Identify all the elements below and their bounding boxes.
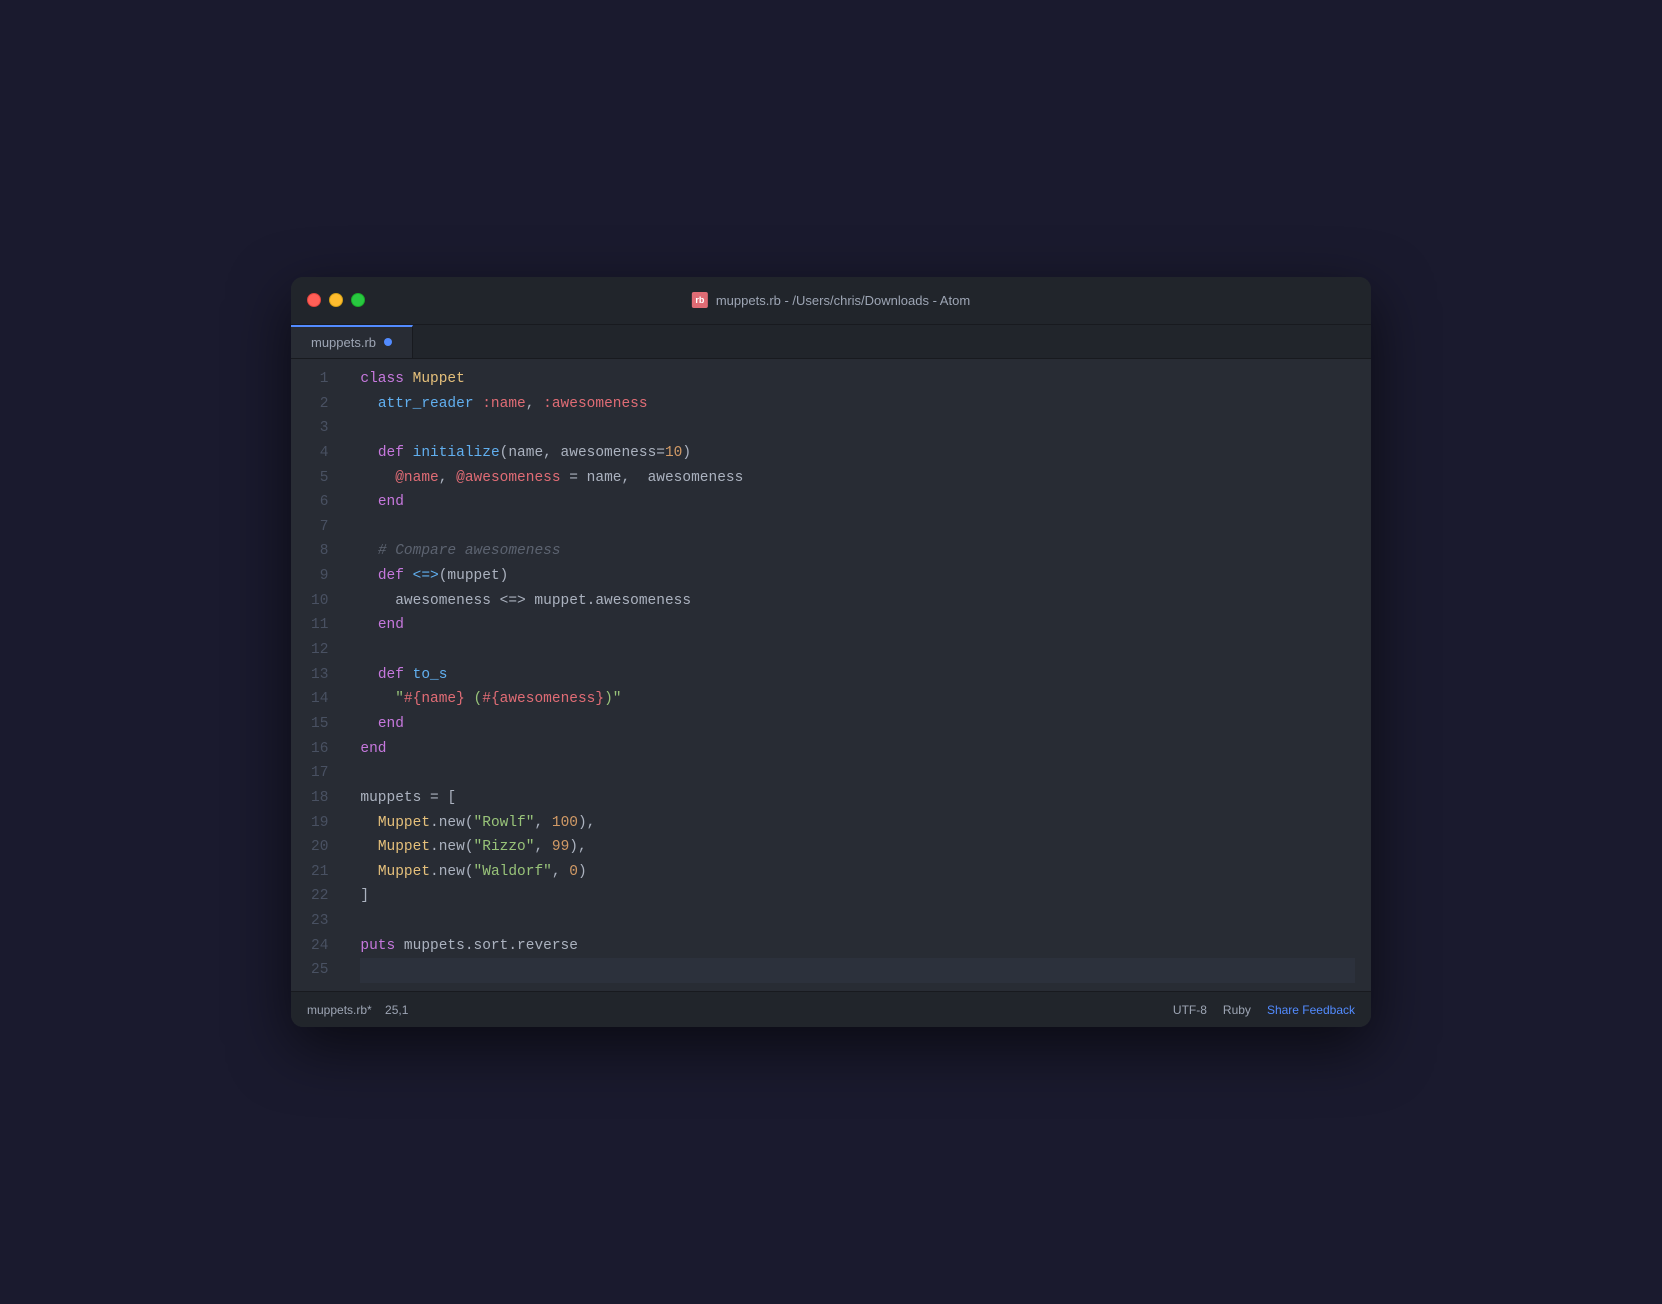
tab-muppets-rb[interactable]: muppets.rb xyxy=(291,325,413,358)
statusbar-file-info: muppets.rb* 25,1 xyxy=(307,1003,408,1017)
code-line-9: def <=>(muppet) xyxy=(360,564,1355,589)
code-line-5: @name, @awesomeness = name, awesomeness xyxy=(360,466,1355,491)
statusbar-language: Ruby xyxy=(1223,1003,1251,1017)
code-line-6: end xyxy=(360,490,1355,515)
statusbar: muppets.rb* 25,1 UTF-8 Ruby Share Feedba… xyxy=(291,991,1371,1027)
code-line-25 xyxy=(360,958,1355,983)
title-text: muppets.rb - /Users/chris/Downloads - At… xyxy=(716,293,970,308)
code-line-24: puts muppets.sort.reverse xyxy=(360,934,1355,959)
minimize-button[interactable] xyxy=(329,293,343,307)
code-line-22: ] xyxy=(360,884,1355,909)
code-line-12 xyxy=(360,638,1355,663)
editor-window: rb muppets.rb - /Users/chris/Downloads -… xyxy=(291,277,1371,1027)
tab-bar: muppets.rb xyxy=(291,325,1371,359)
line-numbers: 1 2 3 4 5 6 7 8 9 10 11 12 13 14 15 16 1… xyxy=(291,367,344,983)
code-editor[interactable]: 1 2 3 4 5 6 7 8 9 10 11 12 13 14 15 16 1… xyxy=(291,359,1371,991)
code-line-21: Muppet.new("Waldorf", 0) xyxy=(360,860,1355,885)
code-line-20: Muppet.new("Rizzo", 99), xyxy=(360,835,1355,860)
share-feedback-link[interactable]: Share Feedback xyxy=(1267,1003,1355,1017)
statusbar-encoding: UTF-8 xyxy=(1173,1003,1207,1017)
code-line-4: def initialize(name, awesomeness=10) xyxy=(360,441,1355,466)
code-line-2: attr_reader :name, :awesomeness xyxy=(360,392,1355,417)
code-line-15: end xyxy=(360,712,1355,737)
code-line-7 xyxy=(360,515,1355,540)
maximize-button[interactable] xyxy=(351,293,365,307)
code-line-16: end xyxy=(360,737,1355,762)
code-line-11: end xyxy=(360,613,1355,638)
code-line-13: def to_s xyxy=(360,663,1355,688)
code-line-10: awesomeness <=> muppet.awesomeness xyxy=(360,589,1355,614)
statusbar-cursor: 25,1 xyxy=(385,1003,408,1017)
titlebar: rb muppets.rb - /Users/chris/Downloads -… xyxy=(291,277,1371,325)
code-line-3 xyxy=(360,416,1355,441)
code-line-17 xyxy=(360,761,1355,786)
code-line-14: "#{name} (#{awesomeness})" xyxy=(360,687,1355,712)
file-type-icon: rb xyxy=(692,292,708,308)
code-line-8: # Compare awesomeness xyxy=(360,539,1355,564)
code-line-19: Muppet.new("Rowlf", 100), xyxy=(360,811,1355,836)
statusbar-right: UTF-8 Ruby Share Feedback xyxy=(1173,1003,1355,1017)
tab-modified-indicator xyxy=(384,338,392,346)
code-content[interactable]: class Muppet attr_reader :name, :awesome… xyxy=(344,367,1371,983)
statusbar-filename: muppets.rb* xyxy=(307,1003,372,1017)
code-line-18: muppets = [ xyxy=(360,786,1355,811)
tab-label: muppets.rb xyxy=(311,335,376,350)
code-line-23 xyxy=(360,909,1355,934)
window-title: rb muppets.rb - /Users/chris/Downloads -… xyxy=(692,292,970,308)
code-line-1: class Muppet xyxy=(360,367,1355,392)
traffic-lights xyxy=(307,293,365,307)
close-button[interactable] xyxy=(307,293,321,307)
